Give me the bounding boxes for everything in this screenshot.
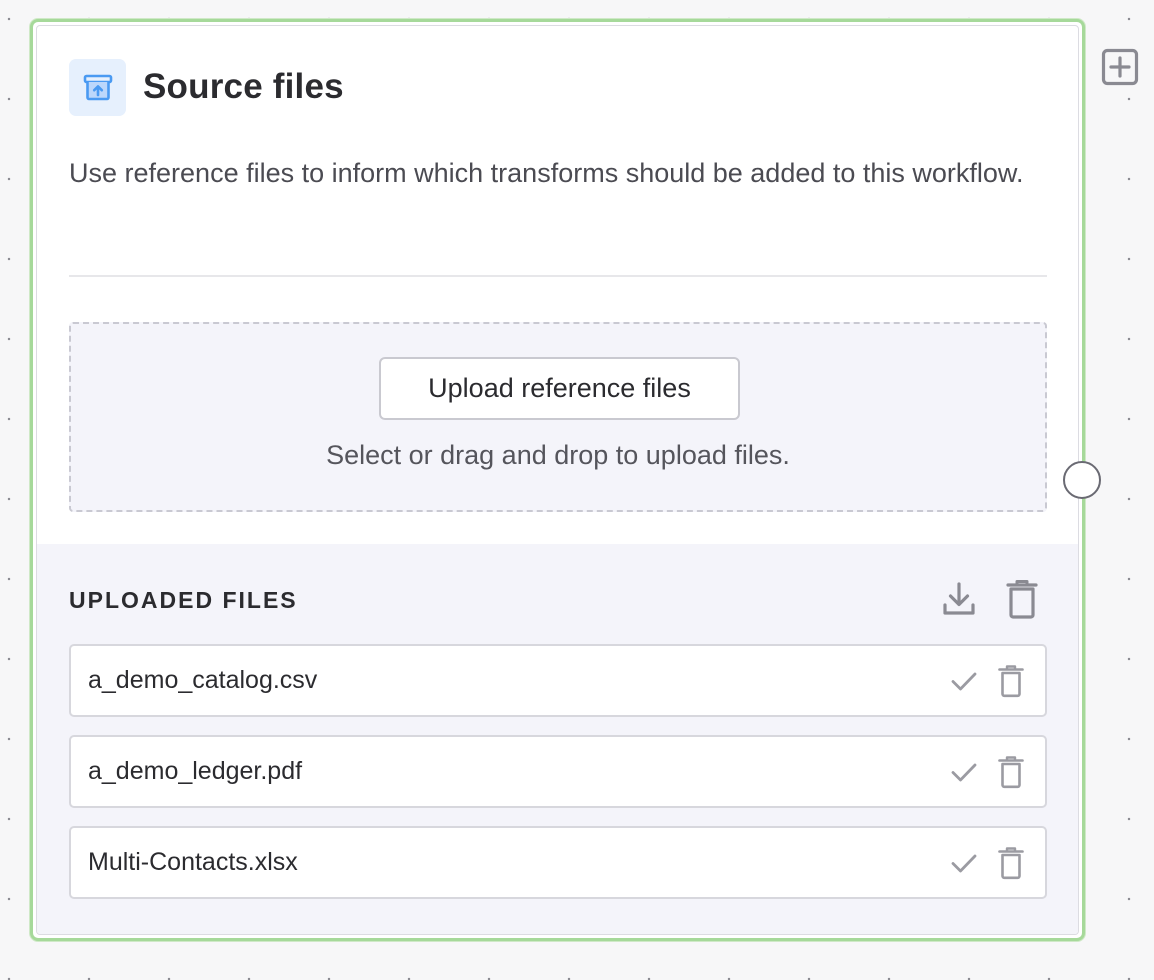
trash-icon[interactable]: [997, 755, 1025, 789]
check-icon: [951, 854, 977, 873]
file-name: a_demo_ledger.pdf: [88, 757, 303, 785]
file-name: a_demo_catalog.csv: [88, 666, 318, 694]
trash-icon: [1006, 580, 1038, 619]
file-row: a_demo_ledger.pdf: [69, 735, 1047, 808]
check-icon: [951, 763, 977, 782]
source-files-node-body: Source files Use reference files to info…: [36, 25, 1079, 935]
uploaded-files-section: UPLOADED FILES a_demo_catalog.csv a_demo…: [37, 544, 1078, 934]
download-all-button[interactable]: [939, 578, 979, 620]
file-row: a_demo_catalog.csv: [69, 644, 1047, 717]
node-header: Source files: [69, 58, 344, 116]
file-dropzone[interactable]: Upload reference files Select or drag an…: [69, 322, 1047, 512]
trash-icon[interactable]: [997, 846, 1025, 880]
node-title: Source files: [143, 67, 344, 106]
file-row: Multi-Contacts.xlsx: [69, 826, 1047, 899]
trash-icon[interactable]: [997, 664, 1025, 698]
uploaded-files-header: UPLOADED FILES: [69, 587, 298, 613]
workflow-canvas: Source files Use reference files to info…: [0, 0, 1154, 980]
file-name: Multi-Contacts.xlsx: [88, 848, 298, 876]
source-files-node[interactable]: Source files Use reference files to info…: [30, 19, 1085, 941]
check-icon: [951, 672, 977, 691]
archive-upload-icon: [69, 58, 126, 116]
upload-reference-files-button[interactable]: Upload reference files: [379, 357, 740, 420]
node-description: Use reference files to inform which tran…: [69, 158, 1024, 188]
download-icon: [943, 582, 975, 615]
dropzone-hint: Select or drag and drop to upload files.: [326, 440, 790, 470]
uploaded-files-list: a_demo_catalog.csv a_demo_ledger.pdf Mul…: [69, 644, 1047, 917]
delete-all-button[interactable]: [1002, 578, 1042, 620]
node-output-handle[interactable]: [1063, 461, 1101, 499]
plus-square-icon[interactable]: [1101, 48, 1139, 86]
divider: [69, 275, 1047, 277]
